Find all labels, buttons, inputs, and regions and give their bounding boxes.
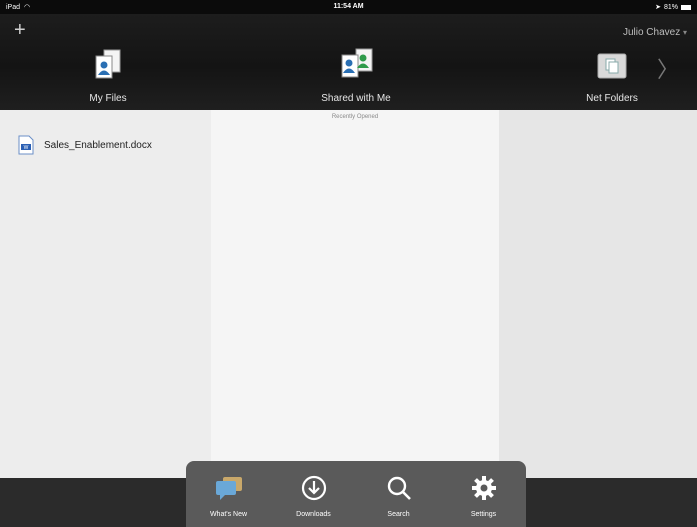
- recently-opened-label: Recently Opened: [331, 114, 379, 120]
- battery-icon: [681, 4, 691, 10]
- clock: 11:54 AM: [333, 3, 364, 10]
- user-name[interactable]: Julio Chavez ▾: [623, 27, 687, 38]
- dock: What's New Downloads Search Settings: [186, 461, 526, 527]
- file-list-pane: W Sales_Enablement.docx: [0, 110, 211, 478]
- nav-net-folders[interactable]: Net Folders: [552, 42, 672, 104]
- nav-my-files-label: My Files: [89, 93, 127, 104]
- nav-shared-label: Shared with Me: [321, 93, 391, 104]
- dock-whats-new[interactable]: What's New: [189, 471, 269, 527]
- settings-icon: [444, 471, 524, 505]
- battery-percent: 81%: [663, 3, 678, 11]
- header: + Julio Chavez ▾ My Files Shared with Me…: [0, 14, 697, 124]
- whats-new-icon: [189, 471, 269, 505]
- status-bar: iPad ◠ 11:54 AM ➤ 81%: [0, 0, 697, 14]
- nav-net-folders-label: Net Folders: [586, 93, 638, 104]
- file-name: Sales_Enablement.docx: [44, 139, 152, 151]
- chevron-down-icon: ▾: [682, 28, 687, 37]
- add-button[interactable]: +: [14, 20, 26, 40]
- recently-opened-pane: Recently Opened: [211, 110, 499, 478]
- detail-pane: [499, 110, 697, 478]
- dock-settings[interactable]: Settings: [444, 471, 524, 527]
- net-folders-icon: [552, 42, 672, 82]
- shared-with-me-icon: [296, 42, 416, 82]
- svg-text:W: W: [24, 145, 29, 151]
- user-name-label: Julio Chavez: [622, 27, 681, 38]
- dock-whats-new-label: What's New: [209, 511, 248, 518]
- location-icon: ➤: [655, 4, 661, 11]
- dock-search[interactable]: Search: [359, 471, 439, 527]
- dock-search-label: Search: [387, 511, 410, 518]
- search-icon: [359, 471, 439, 505]
- chevron-right-icon[interactable]: 〉: [657, 52, 679, 84]
- list-item[interactable]: W Sales_Enablement.docx: [18, 135, 152, 155]
- dock-downloads-label: Downloads: [296, 511, 331, 518]
- nav-my-files[interactable]: My Files: [48, 42, 168, 104]
- dock-downloads[interactable]: Downloads: [274, 471, 354, 527]
- my-files-icon: [48, 42, 168, 82]
- dock-settings-label: Settings: [470, 511, 497, 518]
- word-doc-icon: W: [18, 135, 34, 155]
- downloads-icon: [274, 471, 354, 505]
- nav-shared-with-me[interactable]: Shared with Me: [296, 42, 416, 104]
